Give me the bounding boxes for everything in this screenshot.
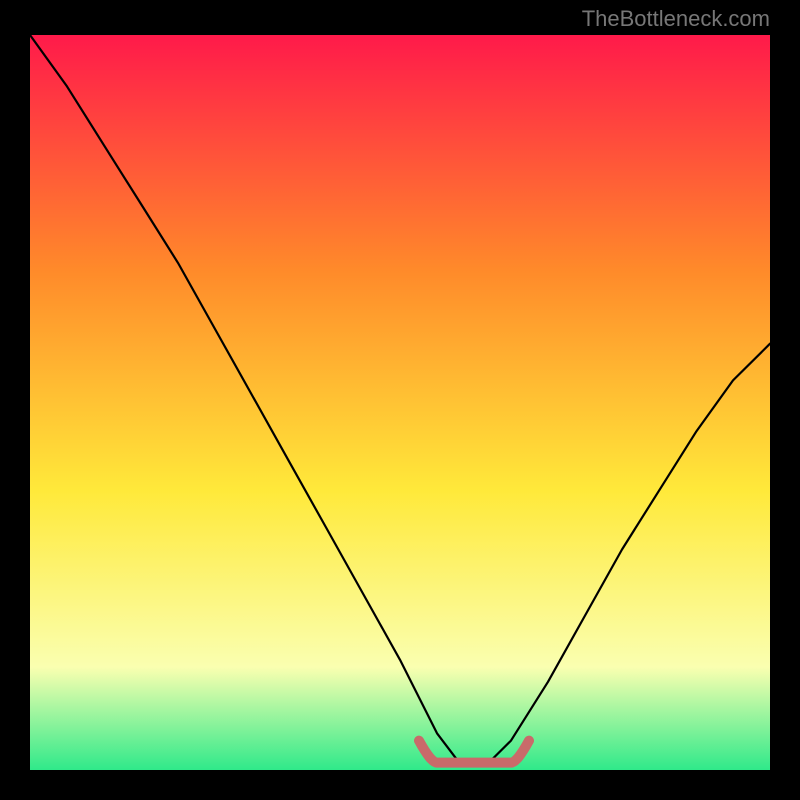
- chart-frame: TheBottleneck.com: [0, 0, 800, 800]
- watermark-text: TheBottleneck.com: [582, 6, 770, 32]
- minimum-marker: [419, 741, 529, 763]
- bottleneck-curve: [30, 35, 770, 763]
- plot-area: [30, 35, 770, 770]
- curve-layer: [30, 35, 770, 770]
